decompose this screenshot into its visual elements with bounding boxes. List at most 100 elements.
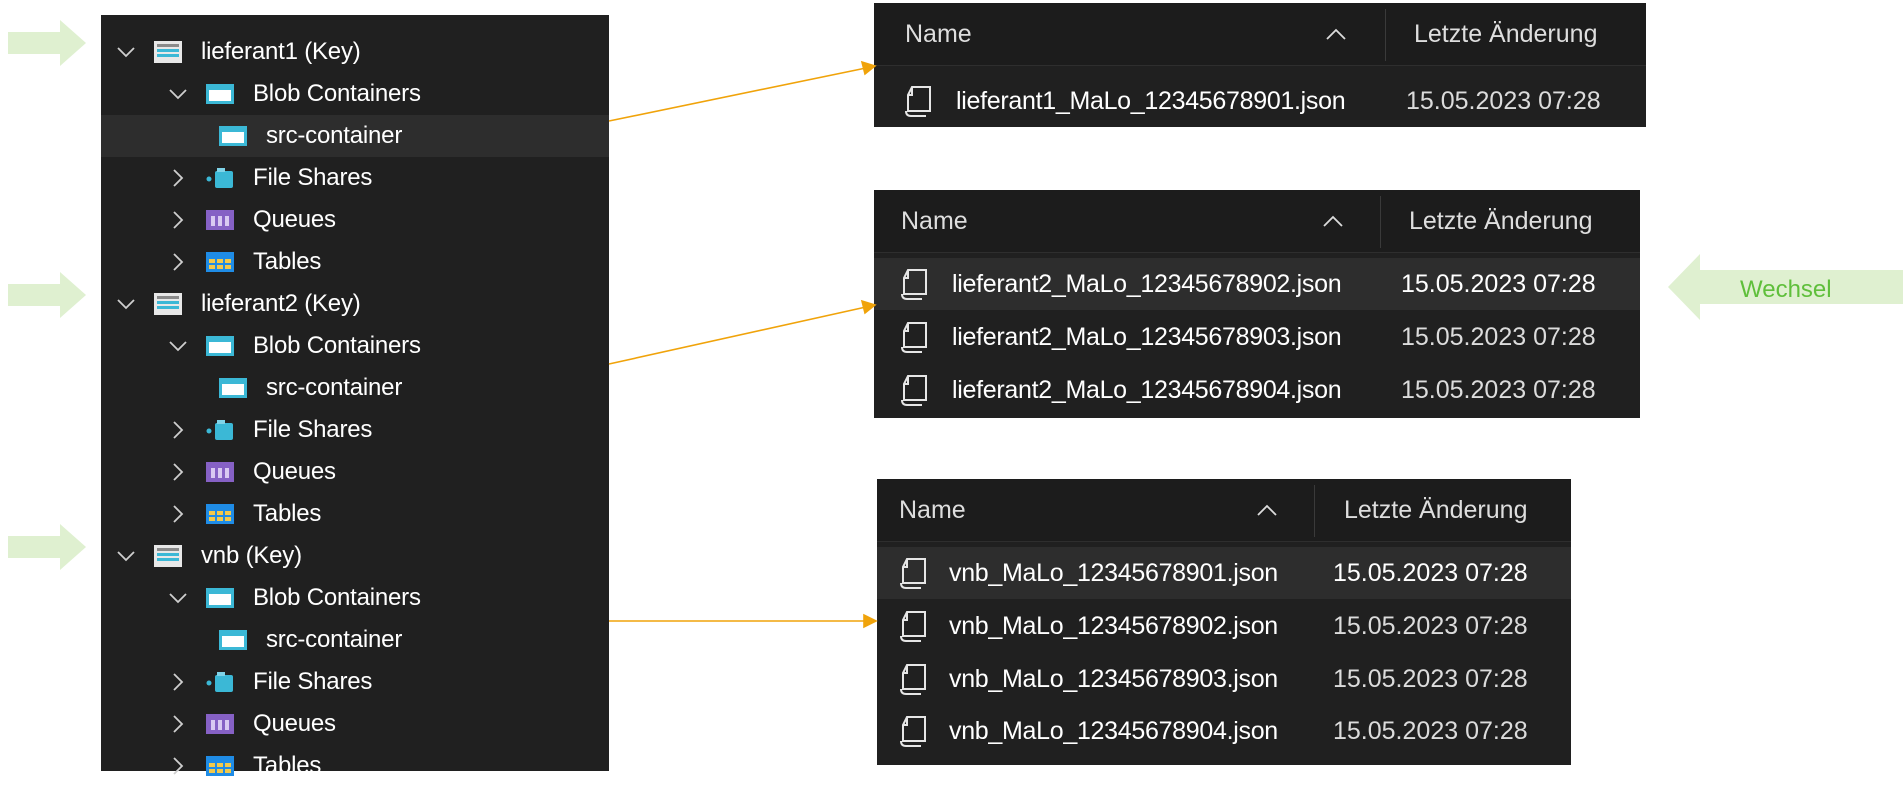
container-icon	[218, 376, 248, 400]
tree-item-tables[interactable]: Tables	[101, 745, 609, 787]
tree-item-lieferant1[interactable]: lieferant1 (Key)	[101, 31, 609, 73]
file-row[interactable]: lieferant2_MaLo_12345678904.json 15.05.2…	[874, 364, 1640, 416]
tree-item-tables[interactable]: Tables	[101, 241, 609, 283]
container-icon	[218, 124, 248, 148]
column-divider[interactable]	[1314, 485, 1315, 537]
column-header-row: Name Letzte Änderung	[874, 190, 1640, 253]
tree-item-label: Queues	[253, 206, 336, 233]
chevron-right-icon[interactable]	[165, 711, 191, 737]
chevron-down-icon[interactable]	[165, 81, 191, 107]
column-header-modified[interactable]: Letzte Änderung	[1414, 3, 1597, 65]
json-file-icon	[900, 558, 926, 589]
tree-item-file-shares[interactable]: File Shares	[101, 157, 609, 199]
tree-item-queues[interactable]: Queues	[101, 199, 609, 241]
column-header-modified[interactable]: Letzte Änderung	[1344, 479, 1527, 541]
tree-item-label: vnb (Key)	[201, 542, 302, 569]
file-row[interactable]: vnb_MaLo_12345678904.json 15.05.2023 07:…	[877, 705, 1571, 757]
chevron-down-icon[interactable]	[113, 291, 139, 317]
column-header-name[interactable]: Name	[905, 3, 972, 65]
chevron-right-icon[interactable]	[165, 165, 191, 191]
file-modified-date: 15.05.2023 07:28	[1401, 322, 1596, 351]
column-header-row: Name Letzte Änderung	[877, 479, 1571, 542]
tree-item-label: Tables	[253, 752, 322, 779]
tree-item-blob-containers[interactable]: Blob Containers	[101, 577, 609, 619]
blob-containers-icon	[205, 334, 235, 358]
sort-ascending-icon[interactable]	[1321, 209, 1345, 233]
file-row[interactable]: vnb_MaLo_12345678903.json 15.05.2023 07:…	[877, 653, 1571, 705]
tree-item-label: Tables	[253, 500, 322, 527]
tree-item-label: src-container	[266, 122, 403, 149]
file-list-panel-vnb: Name Letzte Änderung vnb_MaLo_1234567890…	[877, 479, 1571, 765]
tree-item-src-container[interactable]: src-container	[101, 115, 609, 157]
column-header-name[interactable]: Name	[901, 190, 968, 252]
file-row[interactable]: lieferant1_MaLo_12345678901.json 15.05.2…	[874, 75, 1646, 127]
tree-item-file-shares[interactable]: File Shares	[101, 409, 609, 451]
column-divider[interactable]	[1385, 9, 1386, 61]
tree-item-label: lieferant1 (Key)	[201, 38, 361, 65]
pointer-arrow-vnb	[8, 524, 86, 570]
json-file-icon	[900, 611, 926, 642]
tree-item-src-container[interactable]: src-container	[101, 619, 609, 661]
column-divider[interactable]	[1380, 196, 1381, 248]
file-shares-icon	[205, 670, 235, 694]
tree-item-label: lieferant2 (Key)	[201, 290, 361, 317]
tree-item-blob-containers[interactable]: Blob Containers	[101, 73, 609, 115]
tree-item-file-shares[interactable]: File Shares	[101, 661, 609, 703]
file-shares-icon	[205, 418, 235, 442]
json-file-icon	[901, 375, 927, 406]
pointer-arrow-lieferant1	[8, 20, 86, 66]
connector-line-lieferant1	[608, 67, 867, 122]
chevron-right-icon[interactable]	[165, 501, 191, 527]
storage-account-icon	[153, 544, 183, 568]
chevron-down-icon[interactable]	[113, 39, 139, 65]
connector-arrowhead	[863, 613, 878, 629]
tree-item-blob-containers[interactable]: Blob Containers	[101, 325, 609, 367]
tree-item-label: Queues	[253, 710, 336, 737]
file-name: lieferant2_MaLo_12345678903.json	[952, 322, 1342, 351]
chevron-down-icon[interactable]	[113, 543, 139, 569]
file-modified-date: 15.05.2023 07:28	[1401, 375, 1596, 404]
tree-item-label: Tables	[253, 248, 322, 275]
tree-item-queues[interactable]: Queues	[101, 703, 609, 745]
file-modified-date: 15.05.2023 07:28	[1401, 269, 1596, 298]
chevron-right-icon[interactable]	[165, 753, 191, 779]
file-name: vnb_MaLo_12345678904.json	[949, 716, 1278, 745]
tables-icon	[205, 502, 235, 526]
chevron-down-icon[interactable]	[165, 333, 191, 359]
tree-item-lieferant2[interactable]: lieferant2 (Key)	[101, 283, 609, 325]
storage-explorer-tree: lieferant1 (Key) Blob Containers src-con…	[101, 15, 609, 779]
pointer-arrow-lieferant2	[8, 272, 86, 318]
chevron-right-icon[interactable]	[165, 207, 191, 233]
file-row[interactable]: lieferant2_MaLo_12345678903.json 15.05.2…	[874, 311, 1640, 363]
column-header-modified[interactable]: Letzte Änderung	[1409, 190, 1592, 252]
file-name: vnb_MaLo_12345678901.json	[949, 558, 1278, 587]
tree-item-tables[interactable]: Tables	[101, 493, 609, 535]
chevron-right-icon[interactable]	[165, 459, 191, 485]
json-file-icon	[900, 664, 926, 695]
tree-item-label: Blob Containers	[253, 332, 421, 359]
container-icon	[218, 628, 248, 652]
queues-icon	[205, 460, 235, 484]
chevron-right-icon[interactable]	[165, 417, 191, 443]
blob-containers-icon	[205, 586, 235, 610]
json-file-icon	[901, 269, 927, 300]
file-modified-date: 15.05.2023 07:28	[1333, 558, 1528, 587]
chevron-right-icon[interactable]	[165, 669, 191, 695]
blob-containers-icon	[205, 82, 235, 106]
chevron-right-icon[interactable]	[165, 249, 191, 275]
file-row[interactable]: lieferant2_MaLo_12345678902.json 15.05.2…	[874, 258, 1640, 310]
sort-ascending-icon[interactable]	[1255, 498, 1279, 522]
tree-item-src-container[interactable]: src-container	[101, 367, 609, 409]
file-row[interactable]: vnb_MaLo_12345678902.json 15.05.2023 07:…	[877, 600, 1571, 652]
file-row[interactable]: vnb_MaLo_12345678901.json 15.05.2023 07:…	[877, 547, 1571, 599]
queues-icon	[205, 712, 235, 736]
sort-ascending-icon[interactable]	[1324, 22, 1348, 46]
chevron-down-icon[interactable]	[165, 585, 191, 611]
tables-icon	[205, 250, 235, 274]
tree-item-label: Blob Containers	[253, 584, 421, 611]
column-header-name[interactable]: Name	[899, 479, 966, 541]
storage-account-icon	[153, 292, 183, 316]
tree-item-vnb[interactable]: vnb (Key)	[101, 535, 609, 577]
tree-item-queues[interactable]: Queues	[101, 451, 609, 493]
column-header-row: Name Letzte Änderung	[874, 3, 1646, 66]
